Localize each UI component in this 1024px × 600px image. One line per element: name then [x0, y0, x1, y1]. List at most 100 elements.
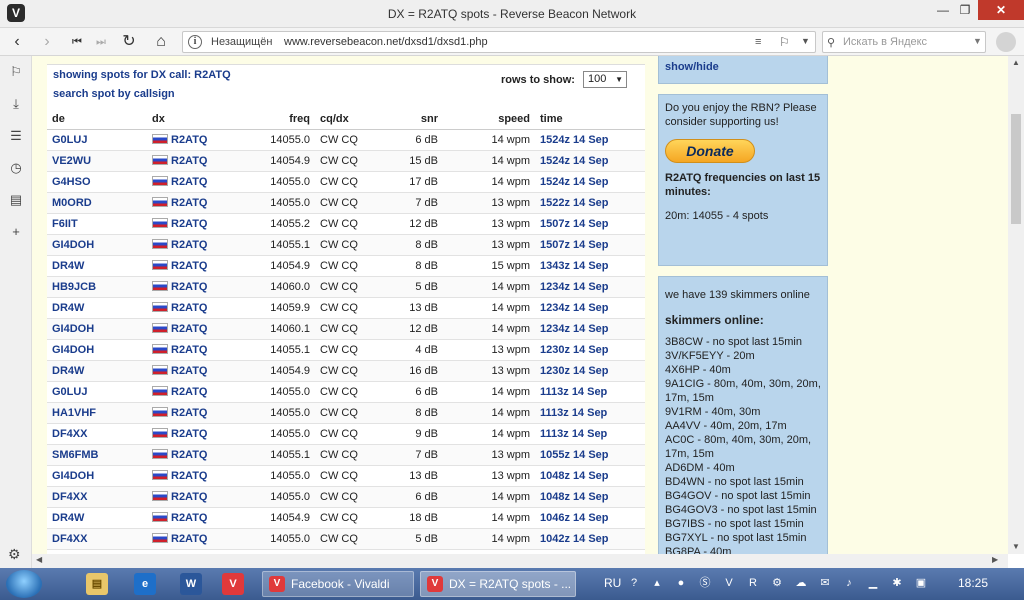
window-panel-icon[interactable]: ▤ [8, 192, 24, 208]
cell-dx[interactable]: R2ATQ [147, 192, 247, 214]
ru-tray-icon[interactable]: R [746, 576, 760, 590]
app-tray-icon[interactable]: ● [674, 576, 688, 590]
cell-de[interactable]: DR4W [47, 255, 147, 277]
antivirus-tray-icon[interactable]: ⚙ [770, 576, 784, 590]
search-input[interactable]: ⚲ Искать в Яндекс ▼ [822, 31, 986, 53]
cell-time-link[interactable]: 1524z 14 Sep [540, 155, 609, 167]
cell-time-link[interactable]: 1507z 14 Sep [540, 218, 609, 230]
cell-dx[interactable]: R2ATQ [147, 486, 247, 508]
cell-time-link[interactable]: 1046z 14 Sep [540, 512, 609, 524]
cell-de[interactable]: DR4W [47, 507, 147, 529]
tray-expand-icon[interactable]: ▴ [650, 576, 664, 590]
profile-icon[interactable] [996, 32, 1016, 52]
cell-dx[interactable]: R2ATQ [147, 507, 247, 529]
cell-de[interactable]: HB9JCB [47, 276, 147, 298]
cell-de-link[interactable]: GI4DOH [52, 470, 94, 482]
bookmark-icon[interactable]: ⚐ [779, 35, 790, 49]
donate-button[interactable]: Donate [665, 139, 755, 163]
task-facebook-vivaldi[interactable]: V Facebook - Vivaldi [262, 571, 414, 597]
vivaldi-tray-icon[interactable]: V [722, 576, 736, 590]
cell-de[interactable]: DF4XX [47, 486, 147, 508]
cell-time[interactable]: 1113z 14 Sep [535, 402, 645, 424]
cell-dx-link[interactable]: R2ATQ [171, 239, 207, 251]
bluetooth-icon[interactable]: ✱ [890, 576, 904, 590]
cell-dx[interactable]: R2ATQ [147, 339, 247, 361]
cell-dx-link[interactable]: R2ATQ [171, 365, 207, 377]
cell-dx[interactable]: R2ATQ [147, 297, 247, 319]
chevron-down-icon[interactable]: ▼ [801, 36, 810, 46]
cell-dx[interactable]: R2ATQ [147, 381, 247, 403]
reader-view-icon[interactable]: ≡ [755, 36, 761, 48]
showing-spots-link[interactable]: showing spots for DX call: R2ATQ [53, 69, 231, 81]
downloads-icon[interactable]: ⤓ [8, 96, 24, 112]
cell-de[interactable]: DR4W [47, 360, 147, 382]
cell-de-link[interactable]: GI4DOH [52, 344, 94, 356]
cell-dx-link[interactable]: R2ATQ [171, 218, 207, 230]
language-indicator[interactable]: RU [604, 576, 621, 590]
scroll-right-icon[interactable]: ▶ [992, 555, 998, 564]
cell-time-link[interactable]: 1234z 14 Sep [540, 281, 609, 293]
cell-time-link[interactable]: 1048z 14 Sep [540, 491, 609, 503]
chat-tray-icon[interactable]: ✉ [818, 576, 832, 590]
cell-time[interactable]: 1230z 14 Sep [535, 339, 645, 361]
search-engine-dropdown-icon[interactable]: ▼ [973, 36, 982, 46]
settings-gear-icon[interactable]: ⚙ [8, 546, 21, 563]
cell-de-link[interactable]: DF4XX [52, 491, 87, 503]
cell-time[interactable]: 1055z 14 Sep [535, 444, 645, 466]
cell-time-link[interactable]: 1234z 14 Sep [540, 302, 609, 314]
cell-de-link[interactable]: F6IIT [52, 218, 78, 230]
cell-time-link[interactable]: 1230z 14 Sep [540, 365, 609, 377]
cell-dx[interactable]: R2ATQ [147, 171, 247, 193]
cell-de-link[interactable]: DR4W [52, 512, 84, 524]
cell-dx-link[interactable]: R2ATQ [171, 197, 207, 209]
cell-de-link[interactable]: G4HSO [52, 176, 91, 188]
cell-time-link[interactable]: 1524z 14 Sep [540, 134, 609, 146]
cell-dx[interactable]: R2ATQ [147, 423, 247, 445]
cell-dx[interactable]: R2ATQ [147, 360, 247, 382]
cell-de-link[interactable]: GI4DOH [52, 323, 94, 335]
cell-de[interactable]: F6IIT [47, 213, 147, 235]
cell-dx[interactable]: R2ATQ [147, 234, 247, 256]
cell-de-link[interactable]: GI4DOH [52, 239, 94, 251]
cell-de[interactable]: GI4DOH [47, 234, 147, 256]
cloud-tray-icon[interactable]: ☁ [794, 576, 808, 590]
cell-de-link[interactable]: DF4XX [52, 533, 87, 545]
cell-de[interactable]: G4HSO [47, 171, 147, 193]
cell-de[interactable]: M0ORD [47, 192, 147, 214]
bookmarks-panel-icon[interactable]: ⚐ [8, 64, 24, 80]
cell-dx-link[interactable]: R2ATQ [171, 491, 207, 503]
cell-time[interactable]: 1524z 14 Sep [535, 129, 645, 151]
cell-dx-link[interactable]: R2ATQ [171, 344, 207, 356]
cell-de-link[interactable]: VE2WU [52, 155, 91, 167]
cell-time[interactable]: 1046z 14 Sep [535, 507, 645, 529]
cell-time[interactable]: 1113z 14 Sep [535, 423, 645, 445]
cell-time[interactable]: 1524z 14 Sep [535, 171, 645, 193]
cell-time[interactable]: 1343z 14 Sep [535, 255, 645, 277]
cell-time-link[interactable]: 1343z 14 Sep [540, 260, 609, 272]
cell-dx[interactable]: R2ATQ [147, 129, 247, 151]
internet-explorer-icon[interactable]: e [134, 573, 156, 595]
cell-time[interactable]: 1042z 14 Sep [535, 528, 645, 550]
cell-time-link[interactable]: 1048z 14 Sep [540, 470, 609, 482]
cell-de-link[interactable]: G0LUJ [52, 386, 87, 398]
cell-de[interactable]: GI4DOH [47, 339, 147, 361]
cell-dx-link[interactable]: R2ATQ [171, 512, 207, 524]
scroll-left-icon[interactable]: ◀ [36, 555, 42, 564]
scroll-up-icon[interactable]: ▲ [1012, 58, 1020, 67]
rewind-icon[interactable]: ⏮ [66, 32, 88, 52]
action-center-icon[interactable]: ▣ [914, 576, 928, 590]
task-dx-spots[interactable]: V DX = R2ATQ spots - ... [420, 571, 576, 597]
show-hide-link[interactable]: show/hide [665, 61, 719, 73]
history-icon[interactable]: ◷ [8, 160, 24, 176]
cell-de-link[interactable]: HB9JCB [52, 281, 96, 293]
cell-de-link[interactable]: SM6FMB [52, 449, 98, 461]
help-icon[interactable]: ? [627, 576, 641, 590]
cell-time-link[interactable]: 1524z 14 Sep [540, 176, 609, 188]
horizontal-scrollbar[interactable]: ◀ ▶ [32, 554, 1008, 568]
cell-time-link[interactable]: 1234z 14 Sep [540, 323, 609, 335]
cell-dx[interactable]: R2ATQ [147, 255, 247, 277]
cell-dx-link[interactable]: R2ATQ [171, 155, 207, 167]
cell-dx-link[interactable]: R2ATQ [171, 302, 207, 314]
cell-de[interactable]: DR4W [47, 297, 147, 319]
cell-de-link[interactable]: G0LUJ [52, 134, 87, 146]
